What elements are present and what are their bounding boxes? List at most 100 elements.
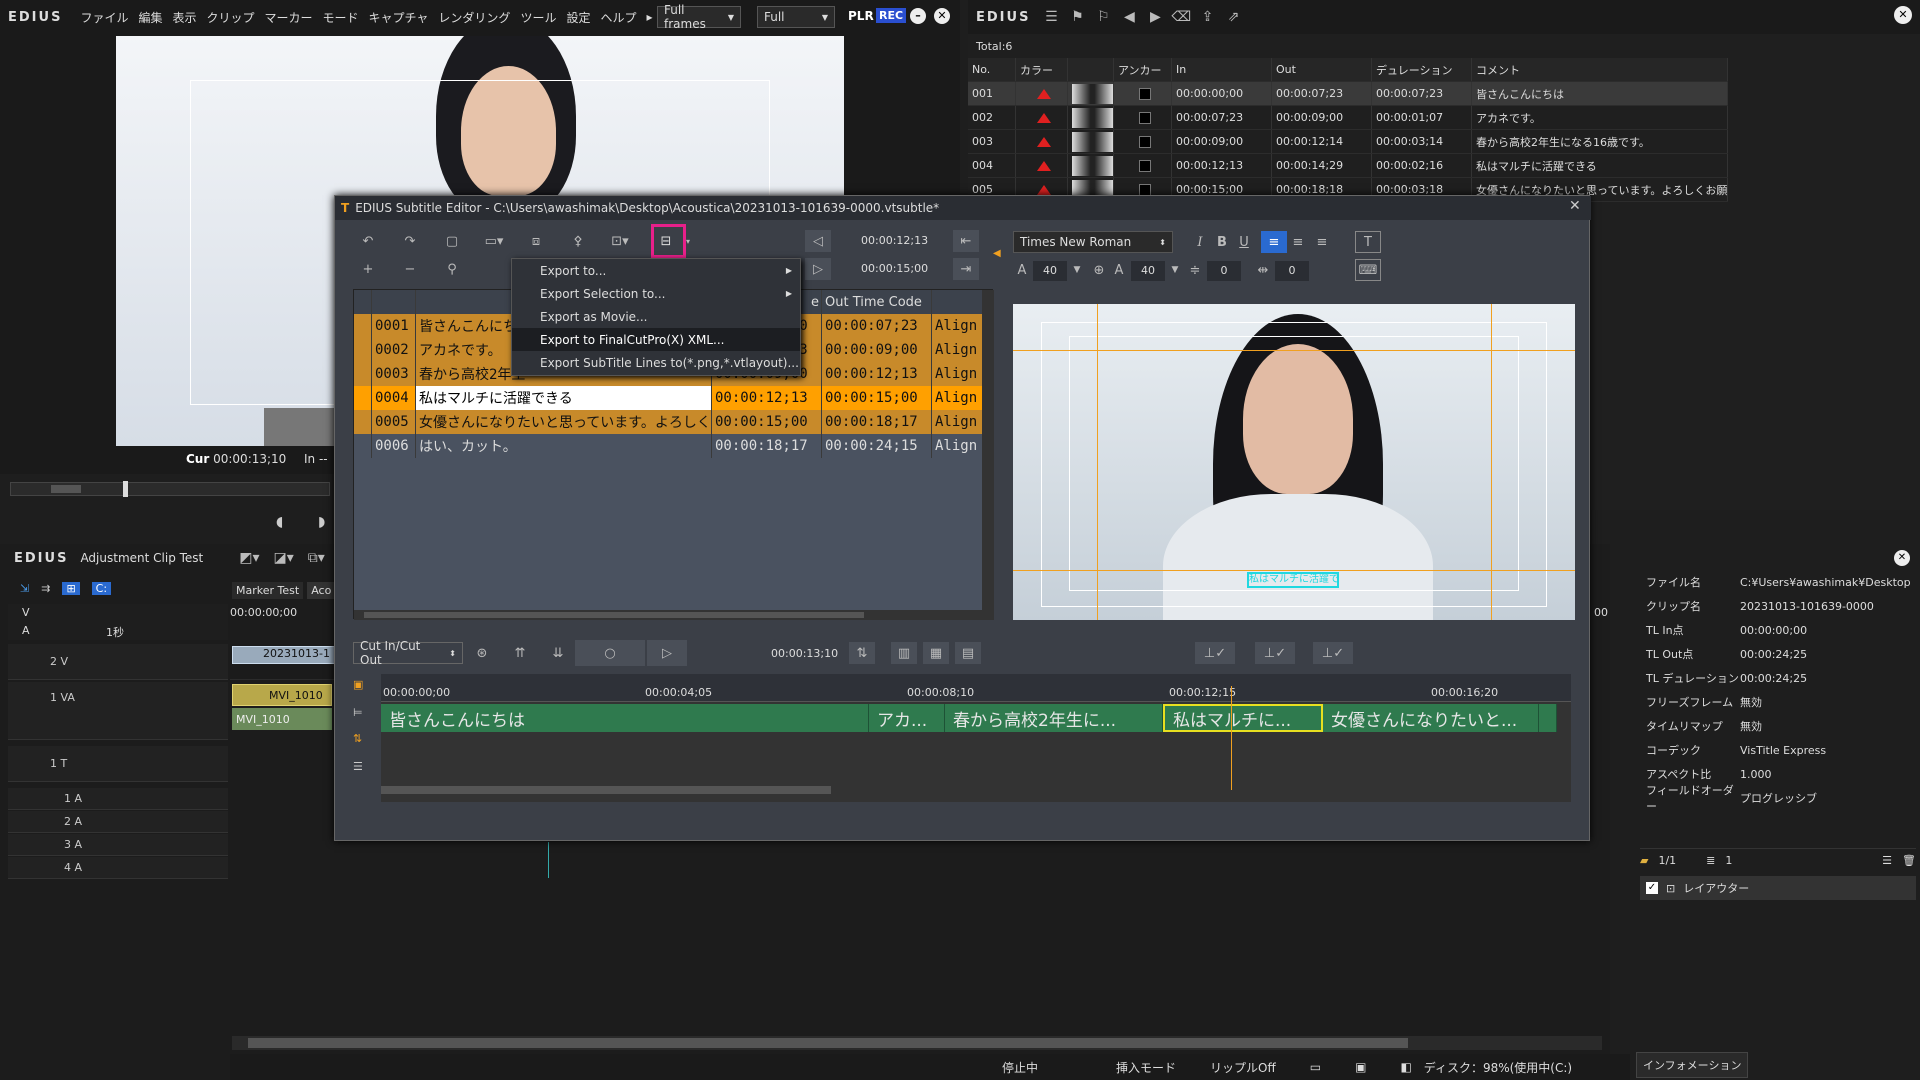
clip-mvi-1010-audio[interactable]: MVI_1010 <box>232 708 332 730</box>
anchor-checkbox[interactable] <box>1138 87 1151 100</box>
align-left-button[interactable]: ≡ <box>1261 231 1287 253</box>
anchor-checkbox[interactable] <box>1138 135 1151 148</box>
marker-close-icon[interactable]: ✕ <box>1894 6 1912 24</box>
set-in-icon[interactable]: ◁ <box>805 230 831 252</box>
align-right-button[interactable]: ≡ <box>1309 231 1335 253</box>
row-out[interactable]: 00:00:07;23 <box>822 314 932 338</box>
menu-view[interactable]: 表示 <box>172 9 196 26</box>
plr-label[interactable]: PLR <box>848 9 874 23</box>
subtitle-row-selected[interactable]: 0004 私はマルチに活躍できる 00:00:12;13 00:00:15;00 Ali… <box>354 386 994 410</box>
set-out-icon[interactable]: ▷ <box>805 258 831 280</box>
track-4a[interactable]: 4 A <box>8 857 228 879</box>
undo-icon[interactable]: ↶ <box>355 230 381 252</box>
timeline-hscrollbar[interactable] <box>232 1036 1602 1050</box>
insert-mid-button[interactable]: ⊥✓ <box>1255 642 1295 664</box>
play-button[interactable]: ▷ <box>647 640 687 666</box>
line-spacing-input[interactable]: 0 <box>1207 261 1241 281</box>
player-scrubber[interactable] <box>10 481 330 497</box>
timeline-settings-icon[interactable]: ▣ <box>353 678 363 691</box>
row-text[interactable]: はい、カット。 <box>416 434 712 458</box>
snap-icon[interactable]: ⇲ <box>20 582 29 595</box>
sub-clip[interactable]: 春から高校2年生に... <box>945 704 1163 732</box>
goto-in-icon[interactable]: ⇤ <box>953 230 979 252</box>
next-cut-icon[interactable]: ⇊ <box>545 642 571 664</box>
marker-anchor[interactable] <box>1114 130 1172 153</box>
layout-center-button[interactable]: ▦ <box>923 642 949 664</box>
collapse-arrow-icon[interactable]: ◀ <box>993 248 1001 259</box>
menu-export-movie[interactable]: Export as Movie... <box>512 305 800 328</box>
marker-flag-icon[interactable]: ◖ <box>276 514 283 530</box>
split-icon[interactable]: ⚴ <box>565 230 591 252</box>
status-ripple[interactable]: リップルOff <box>1210 1059 1276 1076</box>
menu-file[interactable]: ファイル <box>80 9 128 26</box>
anchor-checkbox[interactable] <box>1138 159 1151 172</box>
import-marker-icon[interactable]: ⇪ <box>1194 6 1220 28</box>
grid-hscrollbar[interactable] <box>354 610 982 620</box>
ripple-mode-icon[interactable]: ⧉▾ <box>308 550 325 566</box>
anchor-checkbox[interactable] <box>1138 183 1151 196</box>
link-icon[interactable]: ⊞ <box>62 582 80 595</box>
marker-comment[interactable]: 皆さんこんにちは <box>1472 82 1728 105</box>
keyboard-icon[interactable]: ⌨ <box>1355 259 1381 281</box>
grid-vscrollbar[interactable] <box>982 290 994 620</box>
dialog-close-icon[interactable]: ✕ <box>1569 198 1581 214</box>
set-inout-marker-icon[interactable]: ⚐ <box>1090 6 1116 28</box>
marker-flag2-icon[interactable]: ◗ <box>318 514 325 530</box>
status-insert-mode[interactable]: 挿入モード <box>1116 1059 1176 1076</box>
sub-playhead[interactable] <box>1231 686 1232 790</box>
set-marker-icon[interactable]: ⚑ <box>1064 6 1090 28</box>
rec-label[interactable]: REC <box>876 8 907 23</box>
layout-icon[interactable]: ▣ <box>1355 1060 1366 1074</box>
layout-right-button[interactable]: ▤ <box>955 642 981 664</box>
chevron-down-icon[interactable]: ▼ <box>1167 259 1183 281</box>
sub-clip[interactable]: アカ... <box>869 704 945 732</box>
marker-anchor[interactable] <box>1114 106 1172 129</box>
mode-dropdown[interactable]: Cut In/Cut Out ⬍ <box>353 639 463 667</box>
row-in[interactable]: 00:00:12;13 <box>712 386 822 410</box>
goto-out-icon[interactable]: ⇥ <box>953 258 979 280</box>
next-marker-icon[interactable]: ▶ <box>1142 6 1168 28</box>
menu-tools[interactable]: ツール <box>520 9 556 26</box>
menu-settings[interactable]: 設定 <box>566 9 590 26</box>
globe-icon[interactable]: ⊛ <box>469 642 495 664</box>
marker-anchor[interactable] <box>1114 154 1172 177</box>
sub-clip-partial[interactable] <box>1539 704 1557 732</box>
font-size2-input[interactable]: 40 <box>1131 261 1165 281</box>
list-view-icon[interactable]: ☰ <box>1882 854 1892 867</box>
swap-icon[interactable]: ⇅ <box>353 732 362 745</box>
align-center-button[interactable]: ≡ <box>1285 231 1311 253</box>
marker-row[interactable]: 001 00:00:00;00 00:00:07;23 00:00:07;23 … <box>968 82 1728 106</box>
sub-clip-selected[interactable]: 私はマルチに... <box>1163 704 1323 732</box>
sub-clip[interactable]: 女優さんになりたいと... <box>1323 704 1539 732</box>
menu-export-to[interactable]: Export to... ▶ <box>512 259 800 282</box>
font-size-input[interactable]: 40 <box>1033 261 1067 281</box>
record-button[interactable]: ○ <box>575 640 645 666</box>
marker-comment[interactable]: アカネです。 <box>1472 106 1728 129</box>
export-marker-icon[interactable]: ⇗ <box>1220 6 1246 28</box>
lock-icon[interactable]: ⊕ <box>1089 259 1109 281</box>
menu-export-fcpxml[interactable]: Export to FinalCutPro(X) XML... <box>512 328 800 351</box>
remove-line-icon[interactable]: − <box>397 258 423 280</box>
row-in[interactable]: 00:00:15;00 <box>712 410 822 434</box>
menu-render[interactable]: レンダリング <box>438 9 510 26</box>
frames-dropdown[interactable]: Full frames ▼ <box>657 3 741 31</box>
scale-value[interactable]: 1秒 <box>106 624 124 640</box>
monitor-icon[interactable]: ▭ <box>1310 1060 1321 1074</box>
insert-in-button[interactable]: ⊥✓ <box>1195 642 1235 664</box>
layout-left-button[interactable]: ▥ <box>891 642 917 664</box>
text-box-icon[interactable]: T <box>1355 231 1381 253</box>
save-icon[interactable]: ⧈ <box>523 230 549 252</box>
marker-list-icon[interactable]: ☰ <box>1038 6 1064 28</box>
menu-more-icon[interactable]: ▸ <box>646 10 652 24</box>
clip-mvi-1010[interactable]: MVI_1010 <box>232 684 332 706</box>
track-3a[interactable]: 3 A <box>8 834 228 856</box>
add-line-icon[interactable]: + <box>355 258 381 280</box>
subtitle-row[interactable]: 0005女優さんになりたいと思っています。よろしくお願いし00:00:15;00… <box>354 410 994 434</box>
row-text[interactable]: 女優さんになりたいと思っています。よろしくお願いし <box>416 410 712 434</box>
menu-marker[interactable]: マーカー <box>265 9 313 26</box>
minimize-icon[interactable]: – <box>910 8 926 24</box>
row-out[interactable]: 00:00:24;15 <box>822 434 932 458</box>
marker-comment[interactable]: 春から高校2年生になる16歳です。 <box>1472 130 1728 153</box>
row-out[interactable]: 00:00:15;00 <box>822 386 932 410</box>
char-spacing-input[interactable]: 0 <box>1275 261 1309 281</box>
